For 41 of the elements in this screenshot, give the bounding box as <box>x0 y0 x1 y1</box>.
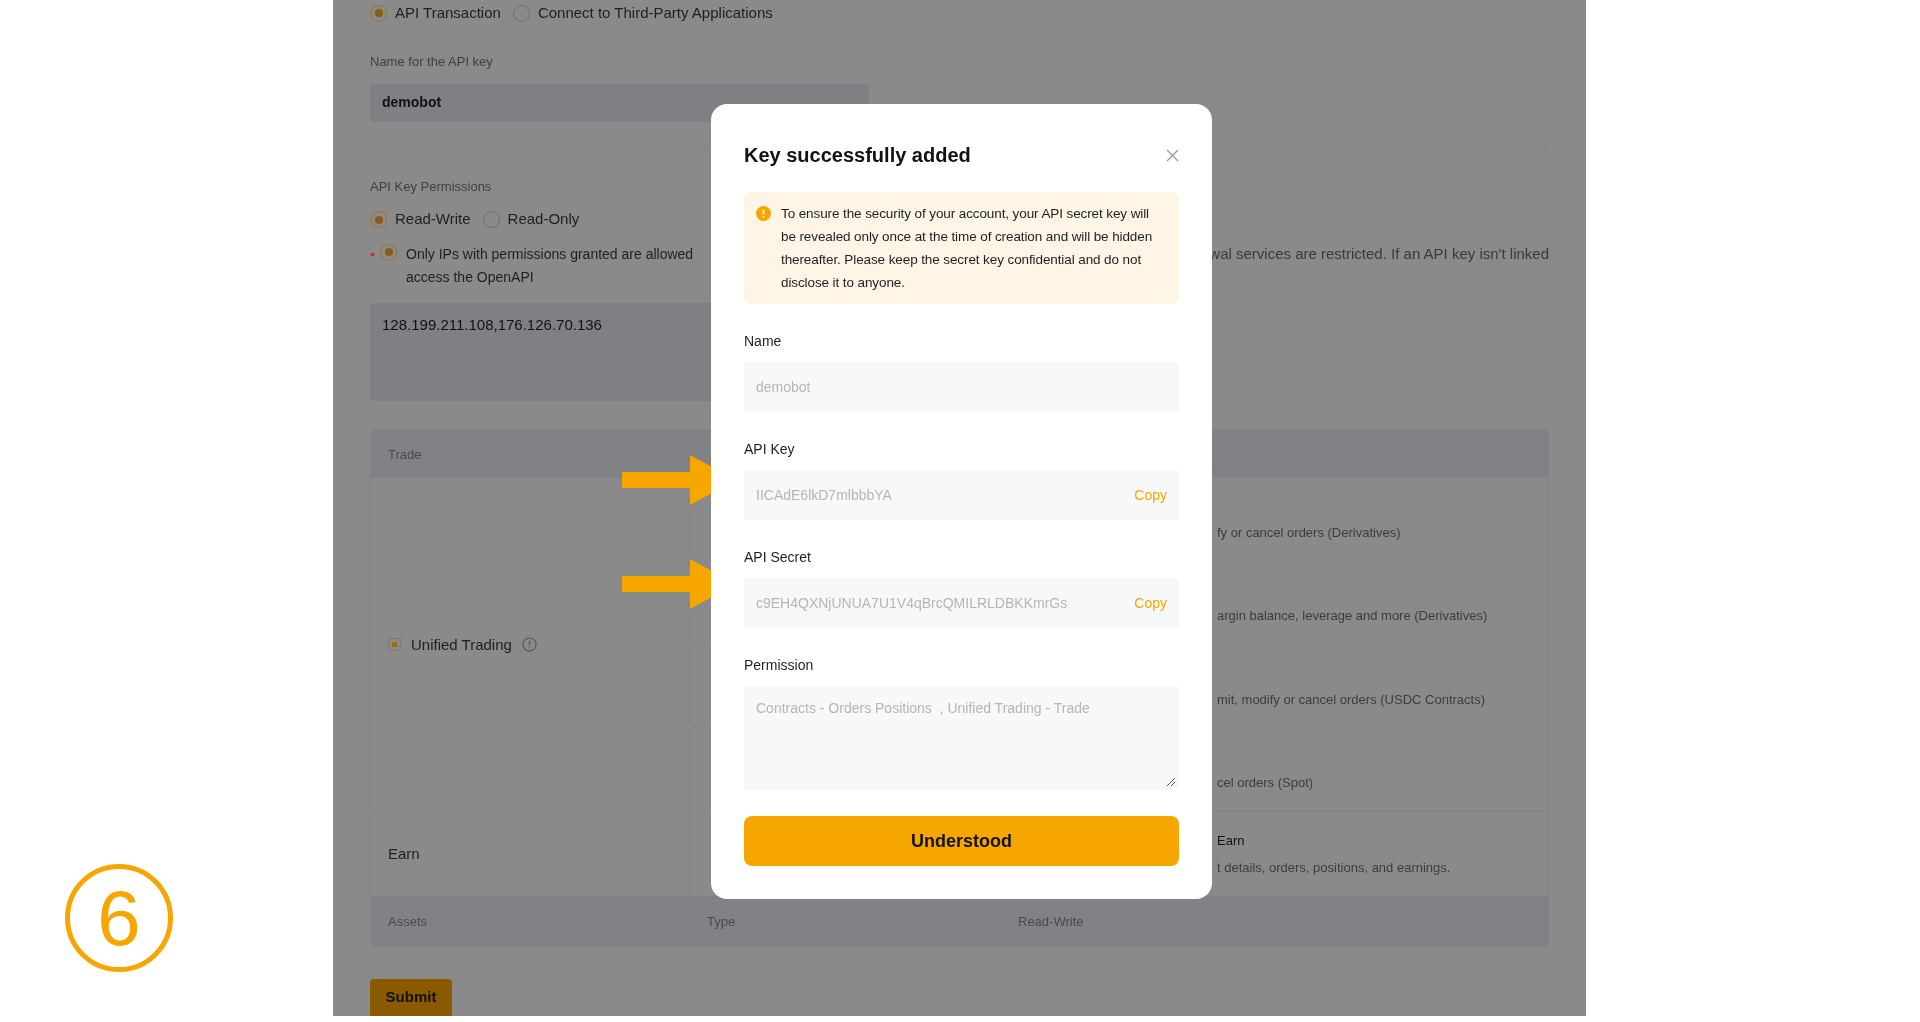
column-header: Assets <box>387 912 428 931</box>
dialog-title: Key successfully added <box>744 143 971 168</box>
resize-handle-icon[interactable] <box>1166 777 1176 787</box>
name-field[interactable]: demobot <box>744 362 1179 412</box>
key-value: c9EH4QXNjUNUA7U1V4qBrcQMILRLDBKKmrGs <box>756 593 1068 613</box>
understood-button[interactable]: Understood <box>744 816 1179 866</box>
key-field[interactable]: c9EH4QXNjUNUA7U1V4qBrcQMILRLDBKKmrGs Copy <box>744 578 1179 628</box>
radio-label: API Transaction <box>395 2 501 23</box>
field-label: Name for the API key <box>370 53 494 71</box>
key-field[interactable]: IICAdE6lkD7mlbbbYA Copy <box>744 470 1179 520</box>
column-header: Type <box>706 912 737 931</box>
field-label: API Key <box>744 440 796 459</box>
ip-restriction-text: Only IPs with permissions granted are allowed access the OpenAPI <box>406 244 694 287</box>
table-cell-text: argin balance, leverage and more (Derivatives) <box>1217 607 1488 626</box>
copy-link[interactable]: Copy <box>1134 484 1167 506</box>
table-cell-text: mit, modify or cancel orders (USDC Contracts) <box>1217 690 1485 709</box>
notice-text: To ensure the security of your account, your API secret key will be revealed only once at the time of creation and will be hidden thereafter. Please keep the secret key confidential and do not disclose it to anyone. <box>781 205 1154 292</box>
field-label: Name <box>744 332 783 351</box>
submit-button[interactable]: Submit <box>370 979 452 1016</box>
copy-link[interactable]: Copy <box>1134 592 1167 614</box>
category-label: Earn <box>388 844 420 865</box>
radio-label: Connect to Third-Party Applications <box>537 2 773 23</box>
field-label: Permission <box>744 656 815 675</box>
close-icon[interactable] <box>1166 148 1179 162</box>
table-cell-text: cel orders (Spot) <box>1217 773 1314 792</box>
category-label: Unified Trading <box>411 634 512 655</box>
radio-label: Read-Write <box>395 209 471 230</box>
permission-field[interactable]: Contracts - Orders Positions , Unified Trading - Trade <box>744 686 1179 790</box>
table-cell-text: Earn <box>1217 831 1246 850</box>
table-cell-text: t details, orders, positions, and earnings. <box>1217 859 1452 878</box>
radio-label: Read-Only <box>507 209 580 230</box>
info-icon <box>521 637 537 653</box>
warning-icon <box>756 206 771 221</box>
step-badge: 6 <box>65 864 173 972</box>
column-header: Trade <box>387 445 423 464</box>
field-label: API Secret <box>744 548 812 567</box>
table-cell-text: fy or cancel orders (Derivatives) <box>1217 524 1401 543</box>
column-header: Read-Write <box>1017 912 1084 931</box>
checkbox[interactable] <box>388 638 401 652</box>
key-value: IICAdE6lkD7mlbbbYA <box>756 485 892 505</box>
section-label: API Key Permissions <box>370 178 493 197</box>
